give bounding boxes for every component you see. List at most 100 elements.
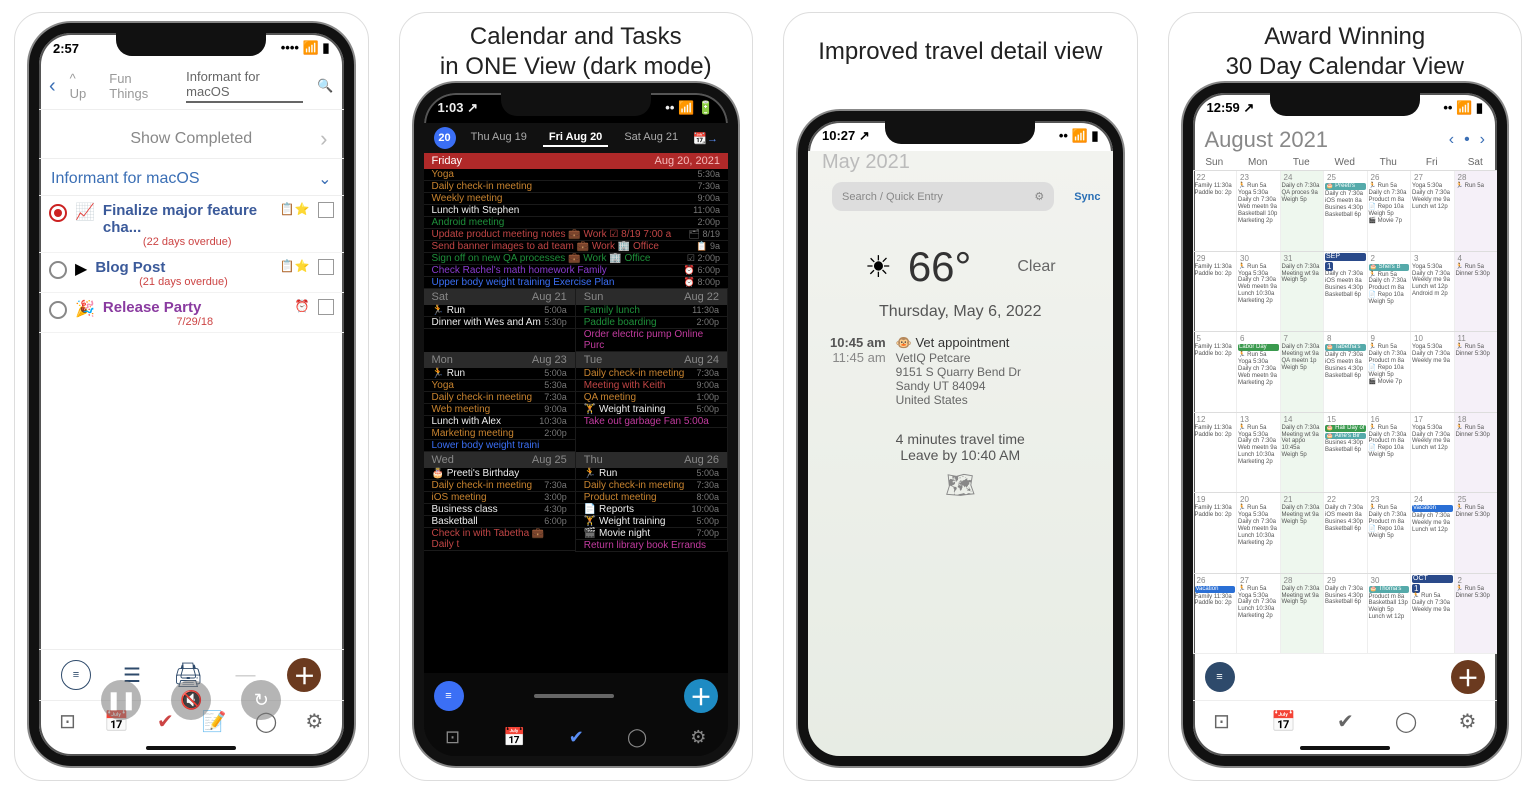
tab-contacts-icon[interactable]: ◯ bbox=[627, 727, 647, 748]
event-row[interactable]: Product meeting8:00a bbox=[576, 492, 727, 504]
task-row[interactable]: ▶ Blog Post (21 days overdue) 📋⭐ bbox=[39, 253, 344, 293]
tab-focus-icon[interactable]: ⊡ bbox=[59, 709, 76, 734]
calendar-cell[interactable]: 4🏃 Run 5aDinner 5:30p bbox=[1454, 252, 1498, 332]
drag-handle[interactable] bbox=[534, 694, 614, 698]
event-row[interactable]: Return library book Errands bbox=[576, 540, 727, 552]
calendar-cell[interactable]: 29Daily ch 7:30aBusines 4:30pBasketball … bbox=[1323, 574, 1367, 654]
calendar-cell[interactable]: 10Yoga 5:30aDaily ch 7:30aWeekly me 9a bbox=[1410, 332, 1454, 412]
event-row[interactable]: Web meeting9:00a bbox=[424, 404, 575, 416]
calendar-cell[interactable]: 19Family 11:30aPaddle bo: 2p bbox=[1193, 493, 1237, 573]
search-input[interactable]: Search / Quick Entry ⚙ bbox=[832, 182, 1054, 211]
event-row[interactable]: Business class4:30p bbox=[424, 504, 575, 516]
event-row[interactable]: Sign off on new QA processes 💼 Work 🏢 Of… bbox=[424, 253, 729, 265]
next-month[interactable]: › bbox=[1480, 131, 1485, 149]
search-icon[interactable]: 🔍 bbox=[317, 78, 333, 94]
event-row[interactable]: Marketing meeting2:00p bbox=[424, 428, 575, 440]
prev-month[interactable]: ‹ bbox=[1449, 131, 1454, 149]
event-row[interactable]: QA meeting1:00p bbox=[576, 392, 727, 404]
calendar-cell[interactable]: 26🏃 Run 5aDaily ch 7:30aProduct m 8a📄 Re… bbox=[1367, 171, 1411, 251]
tab-settings-icon[interactable]: ⚙ bbox=[690, 727, 706, 748]
tab-tasks-icon[interactable]: ✔ bbox=[1337, 709, 1354, 734]
event-row[interactable]: 📄 Reports10:00a bbox=[576, 504, 727, 516]
event-row[interactable]: Daily check-in meeting7:30a bbox=[576, 368, 727, 380]
crumb-up[interactable]: ^ Up bbox=[70, 71, 96, 101]
menu-button[interactable]: ≡ bbox=[434, 681, 464, 711]
task-radio[interactable] bbox=[49, 261, 67, 279]
calendar-cell[interactable]: 11🏃 Run 5aDinner 5:30p bbox=[1454, 332, 1498, 412]
calendar-cell[interactable]: 5Family 11:30aPaddle bo: 2p bbox=[1193, 332, 1237, 412]
event-row[interactable]: Android meeting2:00p bbox=[424, 217, 729, 229]
calendar-cell[interactable]: SEP1Daily ch 7:30aiOS meetn 8aBusines 4:… bbox=[1323, 252, 1367, 332]
event-row[interactable]: Paddle boarding2:00p bbox=[576, 317, 727, 329]
add-button[interactable]: ＋ bbox=[684, 679, 718, 713]
show-completed-row[interactable]: Show Completed bbox=[39, 109, 344, 159]
calendar-cell[interactable]: 28Daily ch 7:30aMeeting wt 9aWeigh 5p bbox=[1280, 574, 1324, 654]
day-tab[interactable]: Fri Aug 20 bbox=[543, 129, 608, 147]
today-dot[interactable]: • bbox=[1464, 131, 1470, 149]
mute-button[interactable]: 🔇 bbox=[171, 680, 211, 720]
calendar-cell[interactable]: 8🎂 Tabetha'sDaily ch 7:30aiOS meetn 8aBu… bbox=[1323, 332, 1367, 412]
task-radio[interactable] bbox=[49, 301, 67, 319]
calendar-cell[interactable]: 2🏃 Run 5aDinner 5:30p bbox=[1454, 574, 1498, 654]
calendar-cell[interactable]: 28🏃 Run 5a bbox=[1454, 171, 1498, 251]
event-row[interactable]: Weekly meeting9:00a bbox=[424, 193, 729, 205]
task-checkbox[interactable] bbox=[318, 202, 334, 218]
calendar-cell[interactable]: 27Yoga 5:30aDaily ch 7:30aWeekly me 9aLu… bbox=[1410, 171, 1454, 251]
event-row[interactable]: iOS meeting3:00p bbox=[424, 492, 575, 504]
event-row[interactable]: Basketball6:00p bbox=[424, 516, 575, 528]
event-row[interactable]: 🏋 Weight training5:00p bbox=[576, 404, 727, 416]
calendar-cell[interactable]: 12Family 11:30aPaddle bo: 2p bbox=[1193, 413, 1237, 493]
event-row[interactable]: 🏃 Run5:00a bbox=[424, 305, 575, 317]
tab-settings-icon[interactable]: ⚙ bbox=[305, 709, 323, 734]
event-row[interactable]: Take out garbage Fan 5:00a bbox=[576, 416, 727, 428]
calendar-cell[interactable]: 17Yoga 5:30aDaily ch 7:30aWeekly me 9aLu… bbox=[1410, 413, 1454, 493]
event-row[interactable]: 🏋 Weight training5:00p bbox=[576, 516, 727, 528]
event-row[interactable]: Daily check-in meeting7:30a bbox=[576, 480, 727, 492]
tab-focus-icon[interactable]: ⊡ bbox=[1213, 709, 1230, 734]
calendar-cell[interactable]: 25🎂 Preeti'sDaily ch 7:30aiOS meetn 8aBu… bbox=[1323, 171, 1367, 251]
calendar-cell[interactable]: OCT1🏃 Run 5aDaily ch 7:30aWeekly me 9a bbox=[1410, 574, 1454, 654]
pause-button[interactable]: ❚❚ bbox=[101, 680, 141, 720]
calendar-cell[interactable]: 25🏃 Run 5aDinner 5:30p bbox=[1454, 493, 1498, 573]
tab-tasks-icon[interactable]: ✔ bbox=[569, 727, 584, 748]
event-row[interactable]: Lunch with Stephen11:00a bbox=[424, 205, 729, 217]
event-row[interactable]: Daily check-in meeting7:30a bbox=[424, 181, 729, 193]
tab-calendar-icon[interactable]: 📅 bbox=[503, 727, 525, 748]
appointment-row[interactable]: 10:45 am 11:45 am 🐵 Vet appointment VetI… bbox=[808, 335, 1113, 407]
sync-button[interactable]: Sync bbox=[1074, 191, 1100, 203]
replay-button[interactable]: ↻ bbox=[241, 680, 281, 720]
calendar-cell[interactable]: 26VacationFamily 11:30aPaddle bo: 2p bbox=[1193, 574, 1237, 654]
calendar-cell[interactable]: 24Daily ch 7:30aQA proces 9aWeigh 5p bbox=[1280, 171, 1324, 251]
event-row[interactable]: 🏃 Run5:00a bbox=[424, 368, 575, 380]
menu-button[interactable]: ≡ bbox=[1205, 662, 1235, 692]
calendar-cell[interactable]: 15🎂 Hali Day of I🎂 Aine's BirBusines 4:3… bbox=[1323, 413, 1367, 493]
task-checkbox[interactable] bbox=[318, 299, 334, 315]
calendar-cell[interactable]: 2🎂 Shel's B🏃 Run 5aDaily ch 7:30aProduct… bbox=[1367, 252, 1411, 332]
event-row[interactable]: Daily check-in meeting7:30a bbox=[424, 392, 575, 404]
event-row[interactable]: Yoga5:30a bbox=[424, 380, 575, 392]
crumb-current[interactable]: Informant for macOS bbox=[186, 69, 303, 103]
task-row[interactable]: 📈 Finalize major feature cha... (22 days… bbox=[39, 196, 344, 253]
menu-button[interactable]: ≡ bbox=[61, 660, 91, 690]
day-tab[interactable]: Sat Aug 21 bbox=[618, 129, 684, 147]
calendar-cell[interactable]: 27🏃 Run 5aYoga 5:30aDaily ch 7:30aLunch … bbox=[1236, 574, 1280, 654]
calendar-cell[interactable]: 31Daily ch 7:30aMeeting wt 9aWeigh 5p bbox=[1280, 252, 1324, 332]
crumb-fun[interactable]: Fun Things bbox=[109, 71, 172, 101]
calendar-cell[interactable]: 3Yoga 5:30aDaily ch 7:30aWeekly me 9aLun… bbox=[1410, 252, 1454, 332]
event-row[interactable]: Meeting with Keith9:00a bbox=[576, 380, 727, 392]
event-row[interactable]: Daily check-in meeting7:30a bbox=[424, 480, 575, 492]
event-row[interactable]: Yoga5:30a bbox=[424, 169, 729, 181]
calendar-cell[interactable]: 21Daily ch 7:30aMeeting wt 9aWeigh 5p bbox=[1280, 493, 1324, 573]
calendar-cell[interactable]: 30🎂 Thoma'sProduct m 8aBasketball 13pWei… bbox=[1367, 574, 1411, 654]
event-row[interactable]: 🎂 Preeti's Birthday bbox=[424, 468, 575, 480]
calendar-cell[interactable]: 14Daily ch 7:30aMeeting wt 9aVet appo 10… bbox=[1280, 413, 1324, 493]
tab-settings-icon[interactable]: ⚙ bbox=[1458, 709, 1476, 734]
calendar-cell[interactable]: 23🏃 Run 5aYoga 5:30aDaily ch 7:30aWeb me… bbox=[1236, 171, 1280, 251]
event-row[interactable]: Family lunch11:30a bbox=[576, 305, 727, 317]
back-button[interactable]: ‹ bbox=[49, 75, 56, 98]
task-row[interactable]: 🎉 Release Party 7/29/18 ⏰ bbox=[39, 293, 344, 333]
event-row[interactable]: Order electric pump Online Purc bbox=[576, 329, 727, 352]
task-checkbox[interactable] bbox=[318, 259, 334, 275]
calendar-cell[interactable]: 9🏃 Run 5aDaily ch 7:30aProduct m 8a📄 Rep… bbox=[1367, 332, 1411, 412]
calendar-cell[interactable]: 13🏃 Run 5aYoga 5:30aDaily ch 7:30aWeb me… bbox=[1236, 413, 1280, 493]
